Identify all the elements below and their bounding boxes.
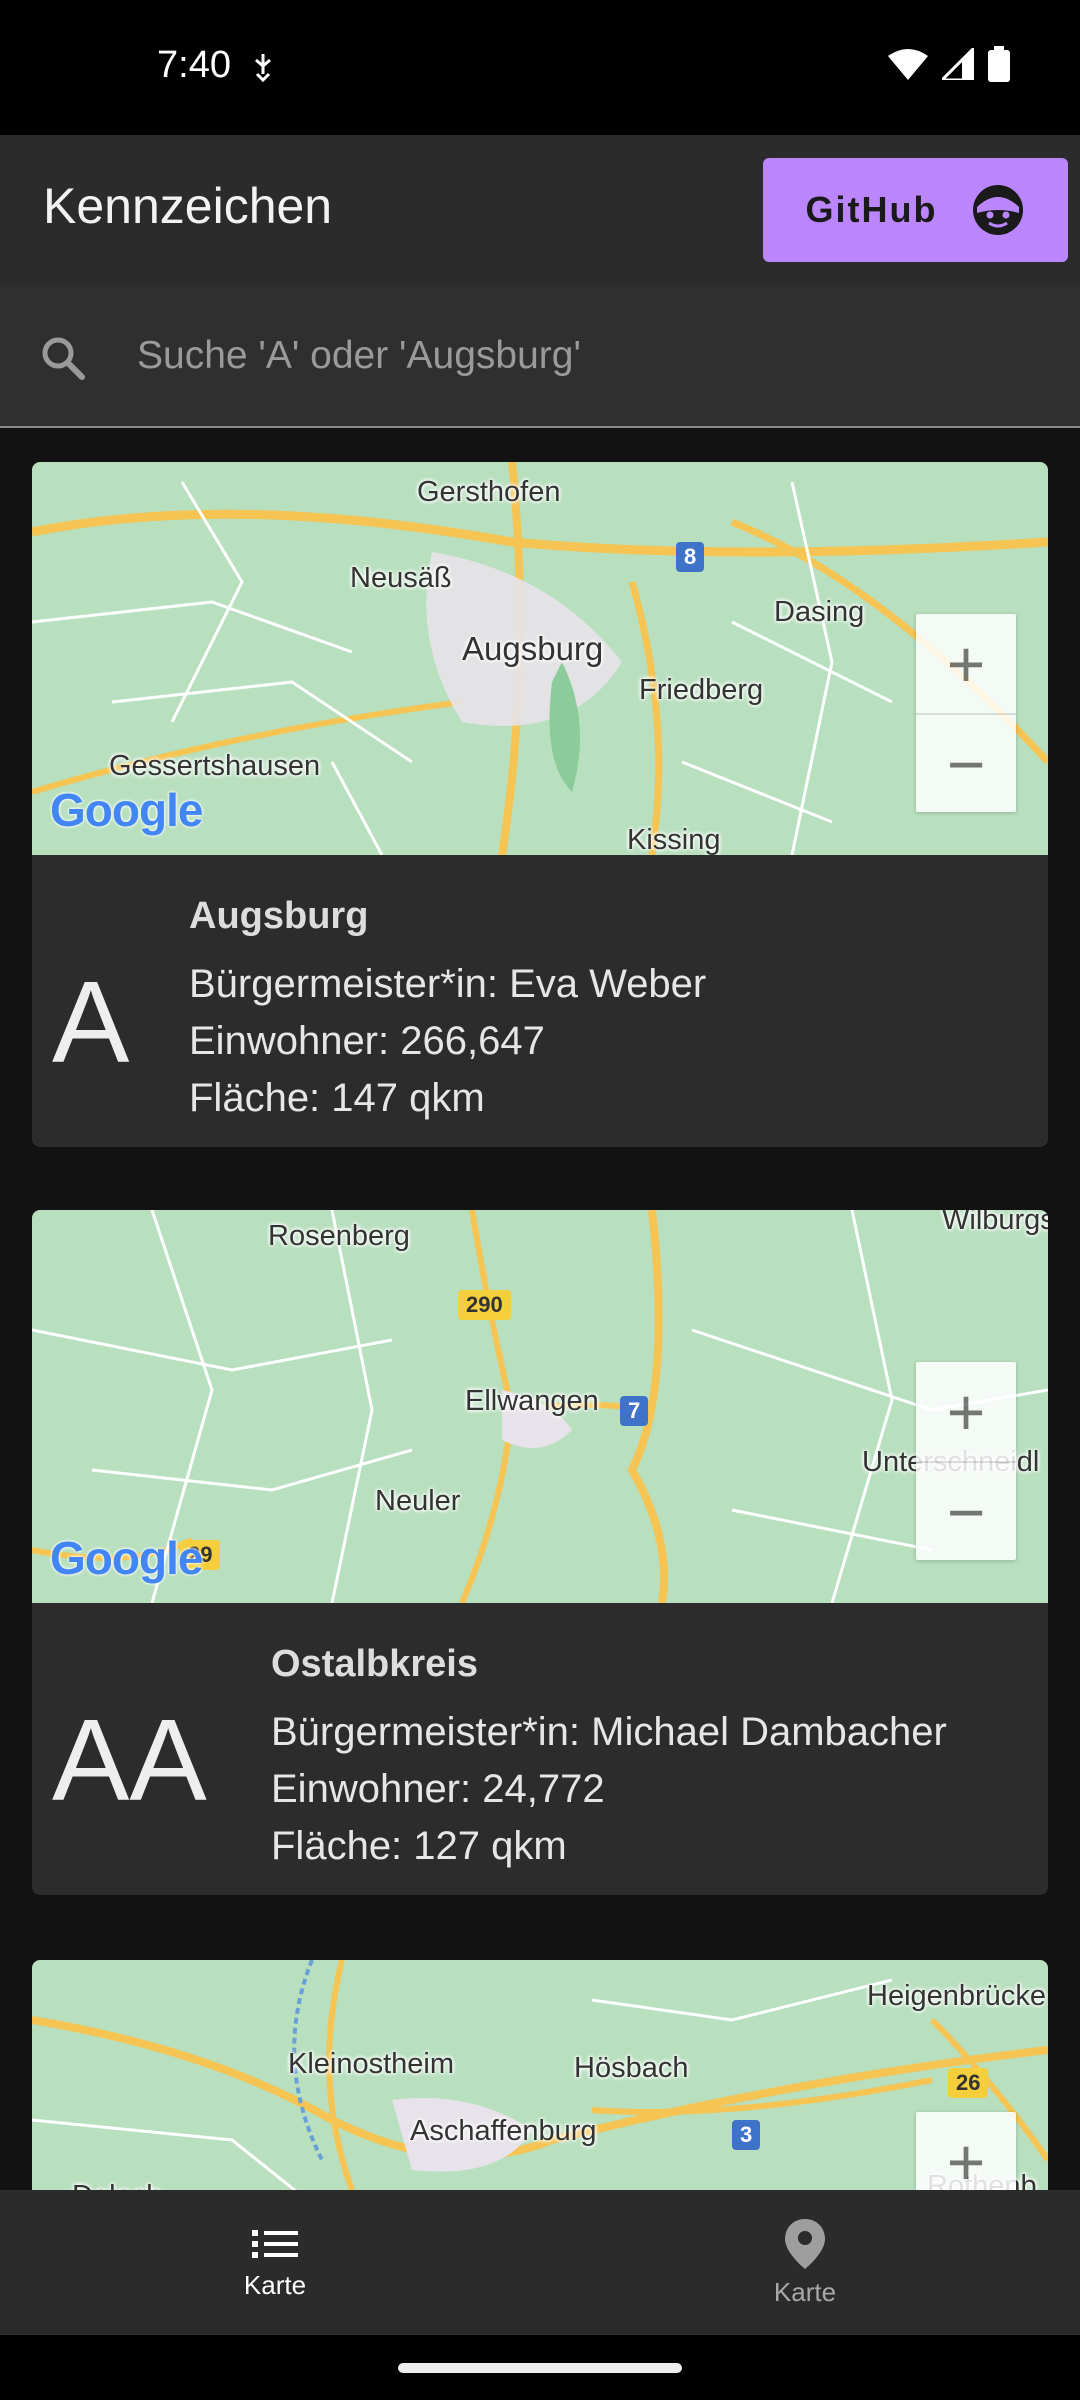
mayor-text: Bürgermeister*in: Michael Dambacher <box>271 1710 947 1754</box>
nav-item-list[interactable]: Karte <box>5 2190 545 2335</box>
plate-details: Augsburg Bürgermeister*in: Eva Weber Ein… <box>189 895 706 1127</box>
nav-label: Karte <box>243 2270 307 2300</box>
cell-signal-icon <box>942 48 974 80</box>
wifi-icon <box>888 49 928 80</box>
zoom-in-button[interactable]: + <box>916 1362 1016 1461</box>
road-shield: 3 <box>732 2120 761 2150</box>
google-logo: Google <box>50 1532 203 1584</box>
plate-card[interactable]: Gersthofen Neusäß Augsburg Friedberg Das… <box>32 462 1048 1147</box>
population-text: Einwohner: 266,647 <box>189 1019 545 1063</box>
home-gesture-bar[interactable] <box>398 2363 682 2373</box>
zoom-in-button[interactable]: + <box>916 614 1016 713</box>
list-icon <box>252 2230 298 2258</box>
map-label: Kissing <box>627 824 721 855</box>
zoom-in-button[interactable]: + <box>916 2112 1016 2191</box>
map-label: Wilburgs <box>942 1210 1048 1236</box>
app-title: Kennzeichen <box>43 178 333 234</box>
map-label: Heigenbrücke <box>867 1980 1046 2012</box>
map-view[interactable]: Rosenberg Ellwangen Neuler Unterschneidl… <box>32 1210 1048 1603</box>
plate-code: AA <box>52 1695 207 1825</box>
zoom-controls: + − <box>916 614 1016 812</box>
map-label: Aschaffenburg <box>410 2115 597 2147</box>
road-shield: 290 <box>458 1290 511 1320</box>
search-icon <box>42 337 85 380</box>
map-label: Friedberg <box>639 674 764 706</box>
bottom-navigation: Karte Karte <box>0 2190 1080 2335</box>
zoom-out-button[interactable]: − <box>916 713 1016 812</box>
map-view[interactable]: Gersthofen Neusäß Augsburg Friedberg Das… <box>32 462 1048 855</box>
map-view[interactable]: Heigenbrücke Kleinostheim Hösbach Aschaf… <box>32 1960 1048 2190</box>
app-bar: Kennzeichen GitHub <box>0 135 1080 285</box>
nav-label: Karte <box>773 2277 837 2307</box>
road-shield: 8 <box>676 542 705 572</box>
map-label: Hösbach <box>574 2052 689 2084</box>
github-button[interactable]: GitHub <box>763 158 1068 262</box>
road-shield: 7 <box>620 1396 649 1426</box>
area-text: Fläche: 147 qkm <box>189 1076 485 1120</box>
plate-card[interactable]: Heigenbrücke Kleinostheim Hösbach Aschaf… <box>32 1960 1048 2190</box>
github-face-icon <box>973 185 1024 235</box>
plate-details: Ostalbkreis Bürgermeister*in: Michael Da… <box>271 1643 947 1875</box>
map-label: Rosenberg <box>268 1220 410 1252</box>
map-label: Gersthofen <box>417 476 561 508</box>
city-name: Augsburg <box>189 895 369 937</box>
mayor-text: Bürgermeister*in: Eva Weber <box>189 962 707 1006</box>
plate-list[interactable]: Gersthofen Neusäß Augsburg Friedberg Das… <box>0 430 1080 2190</box>
battery-icon <box>988 46 1010 82</box>
gesture-area <box>0 2335 1080 2400</box>
population-text: Einwohner: 24,772 <box>271 1767 605 1811</box>
status-bar: 7:40 <box>0 0 1080 135</box>
zoom-out-button[interactable]: − <box>916 1461 1016 1560</box>
status-icons <box>888 46 1010 82</box>
map-label: Augsburg <box>462 630 604 667</box>
usb-debug-icon <box>255 54 271 82</box>
nav-item-map[interactable]: Karte <box>535 2190 1075 2335</box>
zoom-controls: + <box>916 2112 1016 2190</box>
google-logo: Google <box>50 784 203 836</box>
zoom-controls: + − <box>916 1362 1016 1560</box>
github-button-label: GitHub <box>805 189 938 230</box>
map-label: Kleinostheim <box>288 2048 455 2080</box>
map-label: Ellwangen <box>465 1385 599 1417</box>
plate-info: AA Ostalbkreis Bürgermeister*in: Michael… <box>32 1603 1048 1895</box>
plate-info: A Augsburg Bürgermeister*in: Eva Weber E… <box>32 855 1048 1147</box>
map-pin-icon <box>785 2219 825 2269</box>
map-label: Neusäß <box>350 562 452 594</box>
area-text: Fläche: 127 qkm <box>271 1824 567 1868</box>
search-input[interactable] <box>137 321 1037 391</box>
map-label: Gessertshausen <box>109 750 321 782</box>
city-name: Ostalbkreis <box>271 1643 478 1685</box>
search-bar <box>0 285 1080 428</box>
map-label: Dalach <box>72 2180 162 2190</box>
plate-code: A <box>52 957 130 1087</box>
map-label: Neuler <box>375 1485 461 1517</box>
plate-card[interactable]: Rosenberg Ellwangen Neuler Unterschneidl… <box>32 1210 1048 1895</box>
road-shield: 26 <box>948 2068 989 2098</box>
status-time: 7:40 <box>157 44 231 86</box>
map-label: Dasing <box>774 596 865 628</box>
